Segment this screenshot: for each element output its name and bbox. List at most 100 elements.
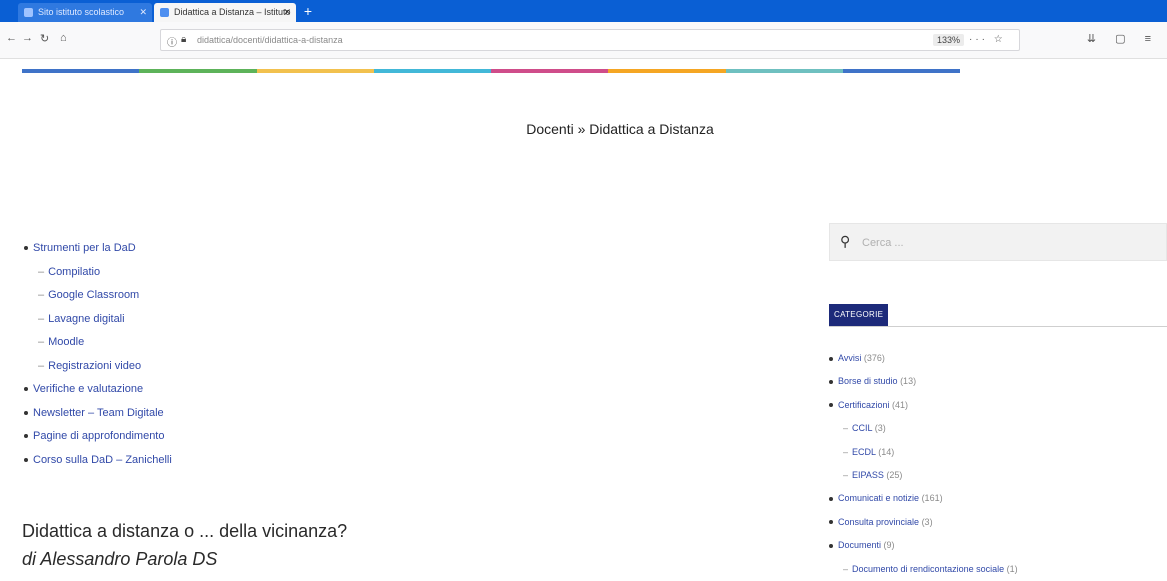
bullet-icon	[829, 520, 833, 525]
home-icon[interactable]: ⌂	[60, 32, 67, 44]
category-label: Borse di studio	[838, 376, 898, 387]
categories-list: Avvisi (376) Borse di studio (13) Certific…	[829, 347, 1018, 581]
menu-item[interactable]: Newsletter – Team Digitale	[24, 402, 172, 426]
category-subitem[interactable]: – CCIL (3)	[829, 417, 1018, 440]
browser-nav-bar: ← → ↻ ⌂ ⓘ 🔒︎ didattica/docenti/didattica…	[0, 22, 1167, 59]
menu-item-label: Google Classroom	[48, 289, 140, 301]
category-count: (376)	[863, 353, 885, 363]
menu-item-label: Lavagne digitali	[48, 312, 125, 325]
menu-item-label: Moodle	[48, 336, 85, 348]
dash-icon: –	[38, 312, 45, 325]
categories-header: CATEGORIE	[829, 304, 1167, 327]
color-bar-segment	[842, 69, 960, 73]
toolbar-menu-icon[interactable]: ⇊ ▢ ≡	[1087, 32, 1159, 45]
dash-icon: –	[38, 289, 45, 301]
category-label: ECDL	[852, 446, 876, 457]
page-actions-icon[interactable]: ··· ☆	[969, 34, 1006, 45]
dash-icon: –	[38, 336, 45, 348]
category-count: (1)	[1006, 563, 1018, 574]
color-bar-segment	[608, 69, 726, 73]
menu-item-label: Pagine di approfondimento	[33, 430, 165, 442]
search-input[interactable]	[860, 230, 1164, 256]
category-subitem[interactable]: – Documento di rendicontazione sociale (1…	[829, 558, 1018, 581]
bullet-icon	[829, 496, 833, 501]
category-count: (3)	[921, 516, 933, 527]
address-bar[interactable]: ⓘ 🔒︎ didattica/docenti/didattica-a-dista…	[160, 29, 1020, 51]
category-count: (3)	[874, 423, 886, 434]
category-label: CCIL	[852, 423, 873, 434]
menu-item-label: Compilatio	[48, 265, 101, 278]
header-color-bar	[22, 69, 960, 73]
menu-item-label: Registrazioni video	[48, 359, 142, 372]
category-count: (41)	[892, 399, 909, 410]
dad-menu: Strumenti per la DaD – Compilatio – Google C…	[24, 237, 172, 472]
url-text: didattica/docenti/didattica-a-distanza	[197, 35, 343, 45]
category-count: (9)	[883, 540, 895, 551]
category-label: Consulta provinciale	[838, 516, 920, 527]
menu-item-label: Verifiche e valutazione	[33, 383, 144, 395]
menu-subitem[interactable]: – Registrazioni video	[24, 355, 172, 379]
color-bar-segment	[373, 69, 491, 73]
tab-label: Didattica a Distanza – Istituto	[174, 7, 291, 17]
menu-item-label: Newsletter – Team Digitale	[33, 406, 164, 419]
close-tab-icon[interactable]: ✕	[139, 3, 147, 22]
color-bar-segment	[139, 69, 257, 73]
dash-icon: –	[843, 469, 849, 480]
menu-item[interactable]: Pagine di approfondimento	[24, 425, 172, 449]
menu-subitem[interactable]: – Lavagne digitali	[24, 308, 172, 332]
favicon-icon	[160, 8, 169, 17]
color-bar-segment	[256, 69, 374, 73]
color-bar-segment	[725, 69, 843, 73]
dash-icon: –	[38, 265, 45, 278]
forward-icon[interactable]: →	[22, 32, 33, 44]
close-tab-icon[interactable]: ✕	[283, 3, 291, 22]
bullet-icon	[24, 387, 28, 392]
dash-icon: –	[38, 359, 45, 372]
favicon-icon	[24, 8, 33, 17]
category-item[interactable]: Avvisi (376)	[829, 347, 1018, 370]
menu-subitem[interactable]: – Google Classroom	[24, 284, 172, 308]
category-item[interactable]: Borse di studio (13)	[829, 370, 1018, 393]
menu-subitem[interactable]: – Compilatio	[24, 261, 172, 285]
browser-tab[interactable]: Sito istituto scolastico ✕	[18, 3, 152, 22]
bullet-icon	[24, 410, 28, 415]
category-label: Documenti	[838, 540, 882, 551]
menu-item[interactable]: Corso sulla DaD – Zanichelli	[24, 449, 172, 473]
category-subitem[interactable]: – EIPASS (25)	[829, 464, 1018, 487]
category-count: (25)	[886, 469, 903, 480]
back-icon[interactable]: ←	[6, 32, 17, 44]
category-label: Certificazioni	[838, 399, 890, 410]
category-count: (161)	[921, 493, 943, 504]
info-icon[interactable]: ⓘ	[167, 34, 177, 49]
menu-item[interactable]: Strumenti per la DaD	[24, 237, 172, 261]
category-count: (14)	[878, 446, 895, 457]
menu-subitem[interactable]: – Moodle	[24, 331, 172, 355]
zoom-level[interactable]: 133%	[933, 34, 965, 46]
browser-tab-active[interactable]: Didattica a Distanza – Istituto ✕	[154, 3, 296, 22]
bullet-icon	[829, 543, 833, 548]
category-label: Documento di rendicontazione sociale	[852, 563, 1005, 574]
dash-icon: –	[843, 423, 849, 434]
new-tab-icon[interactable]: +	[300, 3, 316, 19]
search-box: ⚲	[829, 223, 1167, 261]
category-item[interactable]: Comunicati e notizie (161)	[829, 487, 1018, 510]
bullet-icon	[24, 434, 28, 439]
category-label: Avvisi	[838, 353, 862, 363]
bullet-icon	[829, 380, 833, 385]
category-item[interactable]: Documenti (9)	[829, 534, 1018, 557]
bullet-icon	[24, 457, 28, 462]
menu-item-label: Corso sulla DaD – Zanichelli	[33, 453, 172, 466]
reload-icon[interactable]: ↻	[40, 32, 49, 45]
bullet-icon	[829, 356, 833, 361]
post-title[interactable]: Didattica a distanza o ... della vicinan…	[22, 521, 347, 542]
tab-label: Sito istituto scolastico	[38, 7, 125, 17]
search-icon[interactable]: ⚲	[840, 233, 850, 250]
category-label: Comunicati e notizie	[838, 493, 920, 504]
category-item[interactable]: Consulta provinciale (3)	[829, 511, 1018, 534]
bullet-icon	[829, 403, 833, 408]
category-subitem[interactable]: – ECDL (14)	[829, 441, 1018, 464]
menu-item[interactable]: Verifiche e valutazione	[24, 378, 172, 402]
color-bar-segment	[491, 69, 609, 73]
category-item[interactable]: Certificazioni (41)	[829, 394, 1018, 417]
post-author: di Alessandro Parola DS	[22, 549, 218, 569]
